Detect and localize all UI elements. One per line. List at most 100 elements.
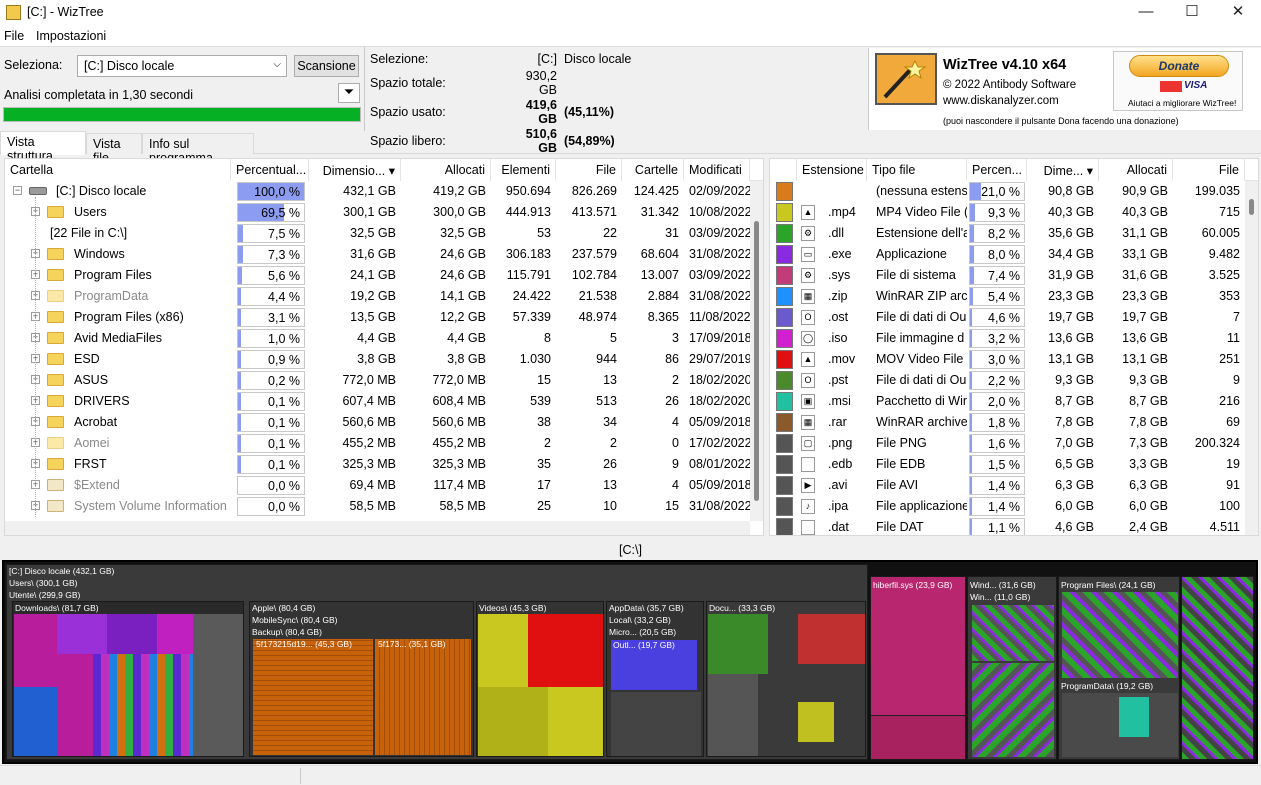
website-link[interactable]: www.diskanalyzer.com xyxy=(943,95,1059,107)
treemap-videos[interactable]: Videos\ (45,3 GB) xyxy=(476,601,604,757)
extension-list[interactable]: Estensione Tipo file Percen... Dime... ▾ All… xyxy=(769,158,1259,536)
table-row[interactable]: ▢ .png File PNG 1,6 % 7,0 GB 7,3 GB 200.324 xyxy=(770,433,1245,454)
table-row[interactable]: .dat File DAT 1,1 % 4,6 GB 2,4 GB 4.511 xyxy=(770,517,1245,535)
table-row[interactable]: + FRST 0,1 % 325,3 MB 325,3 MB 35 26 9 08/01/202… xyxy=(5,454,750,475)
collapse-icon[interactable]: − xyxy=(13,186,22,195)
treemap-documents[interactable]: Docu... (33,3 GB) xyxy=(706,601,866,757)
table-row[interactable]: O .pst File di dati di Ou 2,2 % 9,3 GB 9,3 GB… xyxy=(770,370,1245,391)
treemap-downloads[interactable]: Downloads\ (81,7 GB) xyxy=(12,601,244,757)
table-row[interactable]: + $Extend 0,0 % 69,4 MB 117,4 MB 17 13 4 05/09/2… xyxy=(5,475,750,496)
tab-file-view[interactable]: Vista file xyxy=(86,133,142,165)
extension-cell: .zip xyxy=(828,289,848,303)
treemap-windows[interactable]: Wind... (31,6 GB) Win... (11,0 GB) xyxy=(967,576,1057,760)
percent-value: 7,4 % xyxy=(988,269,1020,283)
table-row[interactable]: ▲ .mov MOV Video File (3,0 % 13,1 GB 13,1 GB… xyxy=(770,349,1245,370)
table-row[interactable]: (nessuna estensi 21,0 % 90,8 GB 90,9 GB 199.… xyxy=(770,181,1245,202)
header-size[interactable]: Dimensio... ▾ xyxy=(309,159,401,181)
treemap-label-hiberfil: hiberfil.sys (23,9 GB) xyxy=(873,580,953,590)
menu-settings[interactable]: Impostazioni xyxy=(36,29,106,43)
file-type-icon: ♪ xyxy=(801,499,815,514)
header-percent[interactable]: Percentual... xyxy=(231,159,309,181)
table-row[interactable]: O .ost File di dati di Ou 4,6 % 19,7 GB 19,7 … xyxy=(770,307,1245,328)
modified-cell: 10/08/2022 xyxy=(689,205,750,219)
header-extension[interactable]: Estensione xyxy=(797,159,867,181)
minimize-button[interactable]: — xyxy=(1123,0,1169,26)
header-color[interactable] xyxy=(770,159,797,181)
donate-button[interactable]: Donate xyxy=(1129,55,1229,77)
table-row[interactable]: + Windows 7,3 % 31,6 GB 24,6 GB 306.183 237.57… xyxy=(5,244,750,265)
table-row[interactable]: ▦ .rar WinRAR archive 1,8 % 7,8 GB 7,8 GB 69 xyxy=(770,412,1245,433)
table-row[interactable]: + ESD 0,9 % 3,8 GB 3,8 GB 1.030 944 86 29/07/201… xyxy=(5,349,750,370)
maximize-button[interactable]: ☐ xyxy=(1169,0,1215,26)
percent-value: 5,6 % xyxy=(268,269,300,283)
table-row[interactable]: ⚙ .dll Estensione dell'a 8,2 % 35,6 GB 31,1 G… xyxy=(770,223,1245,244)
tab-about[interactable]: Info sul programma xyxy=(142,133,254,165)
header-allocated[interactable]: Allocati xyxy=(1099,159,1173,181)
folder-icon xyxy=(47,311,64,323)
table-row[interactable]: + System Volume Information 0,0 % 58,5 MB 58… xyxy=(5,496,750,517)
filter-icon[interactable]: ⏷ xyxy=(338,83,360,103)
folder-icon xyxy=(47,290,64,302)
treemap-appdata[interactable]: AppData\ (35,7 GB) Local\ (33,2 GB) Micr… xyxy=(606,601,704,757)
table-row[interactable]: + Avid MediaFiles 1,0 % 4,4 GB 4,4 GB 8 5 3 17/0… xyxy=(5,328,750,349)
treemap-other[interactable] xyxy=(1181,576,1254,760)
treemap-label-downloads: Downloads\ (81,7 GB) xyxy=(15,603,99,613)
ext-vscrollbar[interactable] xyxy=(1245,181,1258,535)
header-modified[interactable]: Modificati xyxy=(684,159,750,181)
table-row[interactable]: + ProgramData 4,4 % 19,2 GB 14,1 GB 24.422 21.… xyxy=(5,286,750,307)
folders-cell: 15 xyxy=(665,499,679,513)
header-allocated[interactable]: Allocati xyxy=(401,159,491,181)
header-folder[interactable]: Cartella xyxy=(5,159,231,181)
file-type-cell: File EDB xyxy=(876,457,926,471)
table-row[interactable]: + Acrobat 0,1 % 560,6 MB 560,6 MB 38 34 4 05/09/… xyxy=(5,412,750,433)
menu-file[interactable]: File xyxy=(4,29,24,43)
header-items[interactable]: Elementi xyxy=(491,159,556,181)
color-swatch xyxy=(776,413,793,432)
table-row[interactable]: .edb File EDB 1,5 % 6,5 GB 3,3 GB 19 xyxy=(770,454,1245,475)
drive-select[interactable]: [C:] Disco locale ⌵ xyxy=(77,55,287,77)
treemap-users[interactable]: [C:] Disco locale (432,1 GB) Users\ (300… xyxy=(6,564,868,760)
table-row[interactable]: ▲ .mp4 MP4 Video File (9,3 % 40,3 GB 40,3 GB… xyxy=(770,202,1245,223)
header-size[interactable]: Dime... ▾ xyxy=(1027,159,1099,181)
table-row[interactable]: ⚙ .sys File di sistema 7,4 % 31,9 GB 31,6 GB 3… xyxy=(770,265,1245,286)
files-cell: 34 xyxy=(603,415,617,429)
treemap[interactable]: [C:] Disco locale (432,1 GB) Users\ (300… xyxy=(2,560,1258,764)
header-percent[interactable]: Percen... xyxy=(967,159,1027,181)
extension-cell: .avi xyxy=(828,478,848,492)
scan-button[interactable]: Scansione xyxy=(294,55,359,77)
folder-icon xyxy=(47,269,64,281)
table-row[interactable]: + Program Files 5,6 % 24,1 GB 24,6 GB 115.791… xyxy=(5,265,750,286)
table-row[interactable]: + Users 69,5 % 300,1 GB 300,0 GB 444.913 413.5… xyxy=(5,202,750,223)
table-row[interactable]: ▣ .msi Pacchetto di Wir 2,0 % 8,7 GB 8,7 GB 21… xyxy=(770,391,1245,412)
files-cell: 826.269 xyxy=(571,184,617,198)
scroll-thumb[interactable] xyxy=(1249,199,1254,215)
folder-icon xyxy=(47,479,64,491)
folder-tree[interactable]: Cartella Percentual... Dimensio... ▾ Alloca… xyxy=(4,158,764,536)
tree-line xyxy=(35,197,36,517)
table-row[interactable]: ▭ .exe Applicazione 8,0 % 34,4 GB 33,1 GB 9.48… xyxy=(770,244,1245,265)
table-row[interactable]: [22 File in C:\] 7,5 % 32,5 GB 32,5 GB 53 22 3… xyxy=(5,223,750,244)
table-row[interactable]: ◯ .iso File immagine d 3,2 % 13,6 GB 13,6 GB 1… xyxy=(770,328,1245,349)
header-files[interactable]: File xyxy=(556,159,622,181)
table-row[interactable]: ♪ .ipa File applicazione 1,4 % 6,0 GB 6,0 GB 1… xyxy=(770,496,1245,517)
table-row[interactable]: ▶ .avi File AVI 1,4 % 6,3 GB 6,3 GB 91 xyxy=(770,475,1245,496)
tree-hscrollbar[interactable] xyxy=(5,521,750,535)
treemap-hiberfil[interactable]: hiberfil.sys (23,9 GB) xyxy=(870,576,966,760)
close-button[interactable]: ✕ xyxy=(1215,0,1261,26)
table-row[interactable]: + DRIVERS 0,1 % 607,4 MB 608,4 MB 539 513 26 18/… xyxy=(5,391,750,412)
header-files[interactable]: File xyxy=(1173,159,1245,181)
header-folders[interactable]: Cartelle xyxy=(622,159,684,181)
table-row[interactable]: ▦ .zip WinRAR ZIP arch 5,4 % 23,3 GB 23,3 GB 3… xyxy=(770,286,1245,307)
header-file-type[interactable]: Tipo file xyxy=(867,159,967,181)
table-row[interactable]: + Program Files (x86) 3,1 % 13,5 GB 12,2 GB 5… xyxy=(5,307,750,328)
table-row[interactable]: + Aomei 0,1 % 455,2 MB 455,2 MB 2 2 0 17/02/2022 xyxy=(5,433,750,454)
treemap-program-files[interactable]: Program Files\ (24,1 GB) ProgramData\ (1… xyxy=(1058,576,1180,760)
treemap-apple[interactable]: Apple\ (80,4 GB) MobileSync\ (80,4 GB) B… xyxy=(249,601,474,757)
tab-tree-view[interactable]: Vista struttura xyxy=(0,131,86,163)
table-row[interactable]: − [C:] Disco locale 100,0 % 432,1 GB 419,2 G… xyxy=(5,181,750,202)
donate-box[interactable]: Donate VISA Aiutaci a migliorare WizTree… xyxy=(1113,51,1243,111)
scroll-thumb[interactable] xyxy=(754,221,759,501)
tree-vscrollbar[interactable] xyxy=(750,181,763,521)
allocated-cell: 7,8 GB xyxy=(1129,415,1168,429)
table-row[interactable]: + ASUS 0,2 % 772,0 MB 772,0 MB 15 13 2 18/02/202… xyxy=(5,370,750,391)
